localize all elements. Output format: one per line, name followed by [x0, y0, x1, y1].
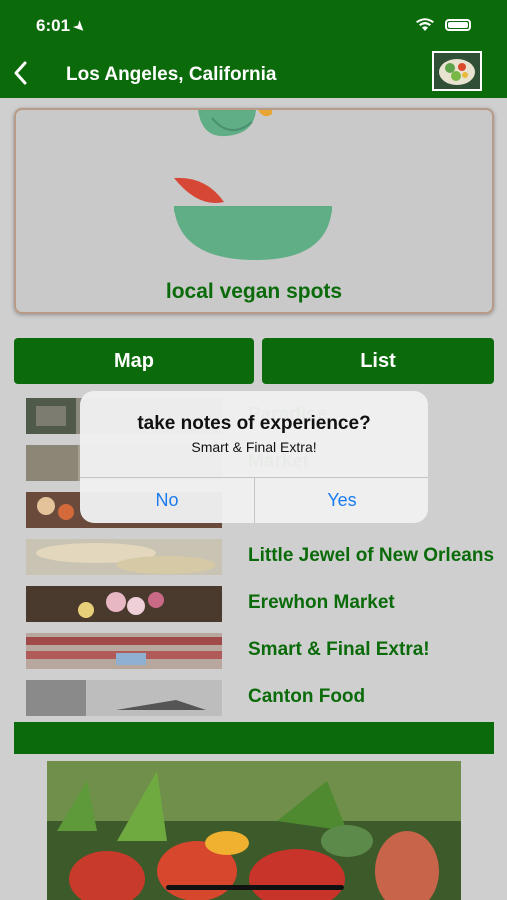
- chevron-left-icon: [14, 61, 27, 85]
- dialog-title: take notes of experience?: [137, 413, 371, 434]
- place-name: Erewhon Market: [248, 592, 395, 613]
- hero-title: local vegan spots: [165, 280, 343, 303]
- place-thumbnail: [26, 633, 222, 669]
- location-title: Los Angeles, California: [66, 64, 277, 85]
- place-thumbnail: [26, 586, 222, 622]
- tab-list[interactable]: List: [262, 338, 494, 384]
- list-item[interactable]: Little Jewel of New Orleans: [26, 539, 496, 575]
- location-arrow-icon: ➤: [70, 17, 89, 36]
- avatar[interactable]: [432, 51, 482, 91]
- tab-map[interactable]: Map: [14, 338, 254, 384]
- salad-photo: [434, 53, 480, 89]
- wifi-icon: [416, 18, 434, 31]
- home-indicator: [166, 885, 344, 890]
- place-name: Canton Food: [248, 686, 366, 707]
- confirm-dialog: take notes of experience? Smart & Final …: [80, 391, 428, 523]
- no-button[interactable]: No: [80, 477, 254, 523]
- app-header: 6:01➤ Los Angeles, California: [0, 0, 507, 98]
- hero-card: local vegan spots: [14, 108, 494, 314]
- battery-icon: [445, 19, 471, 31]
- status-time: 6:01➤: [36, 16, 89, 36]
- section-divider-bar: [14, 722, 494, 754]
- place-name: Little Jewel of New Orleans: [248, 545, 495, 566]
- place-name: Smart & Final Extra!: [248, 639, 430, 660]
- list-item[interactable]: Canton Food: [26, 680, 496, 716]
- place-thumbnail: [26, 680, 222, 716]
- time-text: 6:01: [36, 16, 71, 35]
- back-button[interactable]: [12, 60, 34, 88]
- yes-button[interactable]: Yes: [255, 477, 428, 523]
- vegetables-photo: [47, 761, 461, 900]
- list-item[interactable]: Erewhon Market: [26, 586, 496, 622]
- dialog-message: Smart & Final Extra!: [191, 439, 317, 455]
- place-thumbnail: [26, 539, 222, 575]
- list-item[interactable]: Smart & Final Extra!: [26, 633, 496, 669]
- status-indicators: [415, 18, 471, 32]
